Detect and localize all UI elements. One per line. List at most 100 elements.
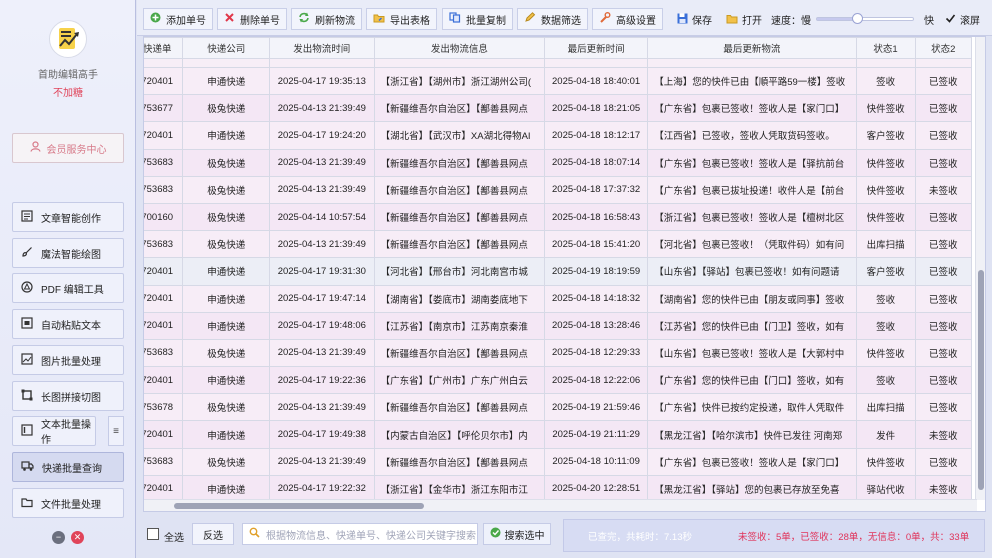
table-cell: 申通快递 <box>182 66 270 96</box>
select-all-checkbox[interactable] <box>147 528 159 540</box>
table-cell: 【新疆维吾尔自治区】【鄯善县网点 <box>373 175 546 204</box>
table-cell: 极兔快递 <box>182 175 270 204</box>
horizontal-scroll-thumb[interactable] <box>174 503 424 509</box>
table-row[interactable]: 720401 申通快递 2025-04-17 19:35:13 【浙江省】【湖州市】浙… <box>144 66 973 96</box>
table-cell: 极兔快递 <box>182 94 270 123</box>
table-row[interactable]: 753683 极兔快递 2025-04-13 21:39:49 【新疆维吾尔自治区】【… <box>144 447 973 476</box>
nav-auto-paste[interactable]: 自动粘贴文本 <box>12 309 124 339</box>
table-row[interactable]: 720401 申通快递 2025-04-17 19:31:30 【河北省】【邢台市】河… <box>144 257 973 286</box>
refresh-logistics-button[interactable]: 刷新物流 <box>291 8 362 30</box>
table-cell: 极兔快递 <box>182 202 270 232</box>
table-cell: 已签收 <box>914 121 973 150</box>
save-button[interactable]: 保存 <box>677 12 712 27</box>
table-cell: 2025-04-18 18:12:17 <box>543 121 649 150</box>
table-row[interactable]: 720401 申通快递 2025-04-17 19:49:38 【内蒙古自治区】【呼伦… <box>144 420 973 449</box>
nav-long-image[interactable]: 长图拼接切图 <box>12 381 124 411</box>
table-cell: 【广东省】快件已按约定投递，取件人凭取件 <box>647 393 857 422</box>
table-row[interactable]: 753683 极兔快递 2025-04-13 21:39:49 【新疆维吾尔自治区】【… <box>144 175 973 204</box>
search-input[interactable]: 根据物流信息、快递单号、快递公司关键字搜索 <box>242 523 478 545</box>
table-row[interactable]: 753683 极兔快递 2025-04-13 21:39:49 【新疆维吾尔自治区】【… <box>144 230 973 259</box>
minimize-icon[interactable]: − <box>52 531 65 544</box>
nav-article-writing[interactable]: 文章智能创作 <box>12 202 124 232</box>
col-header-last-time[interactable]: 最后更新时间 <box>543 37 649 59</box>
table-cell: 2025-04-18 13:28:46 <box>543 311 649 340</box>
save-label: 保存 <box>692 16 712 27</box>
table-row[interactable]: 720401 申通快递 2025-04-17 19:24:20 【湖北省】【武汉市】X… <box>144 121 973 150</box>
table-cell: 2025-04-18 18:07:14 <box>543 148 649 177</box>
open-button[interactable]: 打开 <box>726 12 762 27</box>
nav-expand-button[interactable]: ≡ <box>108 416 124 446</box>
search-selected-button[interactable]: 搜索选中 <box>483 523 551 545</box>
speed-slider-thumb[interactable] <box>852 13 864 24</box>
table-cell: 2025-04-13 21:39:49 <box>268 393 375 422</box>
col-header-send-time[interactable]: 发出物流时间 <box>268 37 375 59</box>
table-cell: 【新疆维吾尔自治区】【鄯善县网点 <box>373 230 546 259</box>
nav-pdf-tools[interactable]: PDF 编辑工具 <box>12 273 124 303</box>
col-header-status1[interactable]: 状态1 <box>855 37 916 59</box>
nav-label: 自动粘贴文本 <box>41 320 101 332</box>
table-row[interactable]: 720401 申通快递 2025-04-17 19:22:36 【广东省】【广州市】广… <box>144 366 973 395</box>
table-row[interactable]: 720401 申通快递 2025-04-17 19:47:14 【湖南省】【娄底市】湖… <box>144 284 973 313</box>
advanced-settings-button[interactable]: 高级设置 <box>592 8 663 30</box>
search-icon <box>249 527 260 541</box>
wrench-icon <box>599 12 611 26</box>
horizontal-scrollbar[interactable] <box>144 499 977 511</box>
nav-text-batch[interactable]: 文本批量操作 <box>12 416 96 446</box>
col-header-company[interactable]: 快递公司 <box>182 37 270 59</box>
data-filter-button[interactable]: 数据筛选 <box>517 8 588 30</box>
table-row[interactable]: 700160 极兔快递 2025-04-14 10:57:54 【新疆维吾尔自治区】【… <box>144 202 973 232</box>
table-cell: 【广东省】包裹已签收！签收人是【家门口】 <box>647 94 857 123</box>
close-icon[interactable]: ✕ <box>71 531 84 544</box>
table-cell: 【山东省】【驿站】包裹已签收！如有问题请 <box>647 257 857 286</box>
table-row[interactable]: 753678 极兔快递 2025-04-13 21:39:49 【新疆维吾尔自治区】【… <box>144 393 973 422</box>
table-cell: 【江西省】已签收，签收人凭取货码签收。 <box>647 121 857 150</box>
nav-label: 快递批量查询 <box>42 463 102 475</box>
table-cell: 753683 <box>144 175 184 204</box>
table-cell: 【新疆维吾尔自治区】【鄯善县网点 <box>373 338 546 368</box>
delete-tracking-button[interactable]: 删除单号 <box>217 8 287 30</box>
folder-icon <box>21 496 33 511</box>
table-cell: 2025-04-18 15:41:20 <box>543 230 649 259</box>
table-cell: 出库扫描 <box>855 393 916 422</box>
table-cell: 700160 <box>144 202 184 232</box>
open-folder-icon <box>726 13 738 27</box>
nav-image-batch[interactable]: 图片批量处理 <box>12 345 124 375</box>
col-header-send-info[interactable]: 发出物流信息 <box>373 37 546 59</box>
col-header-tracking-no[interactable]: 快递单 <box>144 37 184 59</box>
table-row[interactable]: 753683 极兔快递 2025-04-13 21:39:49 【新疆维吾尔自治区】【… <box>144 338 973 368</box>
table-cell: 2025-04-13 21:39:49 <box>268 230 375 259</box>
member-center-button[interactable]: 会员服务中心 <box>12 133 124 163</box>
table-cell: 2025-04-13 21:39:49 <box>268 148 375 177</box>
batch-copy-label: 批量复制 <box>466 15 506 27</box>
data-filter-label: 数据筛选 <box>541 15 581 27</box>
vertical-scrollbar[interactable] <box>975 37 985 500</box>
table-row[interactable]: 753677 极兔快递 2025-04-13 21:39:49 【新疆维吾尔自治区】【… <box>144 94 973 123</box>
table-cell: 已签收 <box>914 257 973 286</box>
nav-magic-drawing[interactable]: 魔法智能绘图 <box>12 238 124 268</box>
invert-selection-button[interactable]: 反选 <box>192 523 234 545</box>
table-row[interactable]: 753683 极兔快递 2025-04-13 21:39:49 【新疆维吾尔自治区】【… <box>144 148 973 177</box>
table-row[interactable]: 720401 申通快递 2025-04-17 19:48:06 【江苏省】【南京市】江… <box>144 311 973 340</box>
speed-slider[interactable] <box>816 13 914 24</box>
brand-subtitle[interactable]: 不加糖 <box>0 84 136 99</box>
add-tracking-button[interactable]: 添加单号 <box>143 8 213 30</box>
table-cell: 已签收 <box>914 393 973 422</box>
nav-file-batch[interactable]: 文件批量处理 <box>12 488 124 518</box>
table-cell: 快件签收 <box>855 447 916 476</box>
table-cell: 快件签收 <box>855 175 916 204</box>
table-cell: 2025-04-18 14:18:32 <box>543 284 649 313</box>
nav-label: 图片批量处理 <box>41 356 101 368</box>
col-header-status2[interactable]: 状态2 <box>914 37 973 59</box>
col-header-last-info[interactable]: 最后更新物流 <box>647 37 857 59</box>
scroll-toggle[interactable]: 滚屏 <box>945 12 980 27</box>
table-cell: 2025-04-13 21:39:49 <box>268 447 375 476</box>
select-all-label[interactable]: 全选 <box>164 529 184 544</box>
nav-express-query[interactable]: 快递批量查询 <box>12 452 124 482</box>
batch-copy-button[interactable]: 批量复制 <box>442 8 513 30</box>
export-table-button[interactable]: 导出表格 <box>366 8 437 30</box>
sidebar: 首助编辑高手 不加糖 会员服务中心 文章智能创作 魔法智能绘图 PDF 编辑工具 <box>0 0 136 558</box>
table-cell: 签收 <box>855 311 916 340</box>
nav-label: 魔法智能绘图 <box>41 249 101 261</box>
table-cell: 【新疆维吾尔自治区】【鄯善县网点 <box>373 148 546 177</box>
vertical-scroll-thumb[interactable] <box>978 270 984 490</box>
